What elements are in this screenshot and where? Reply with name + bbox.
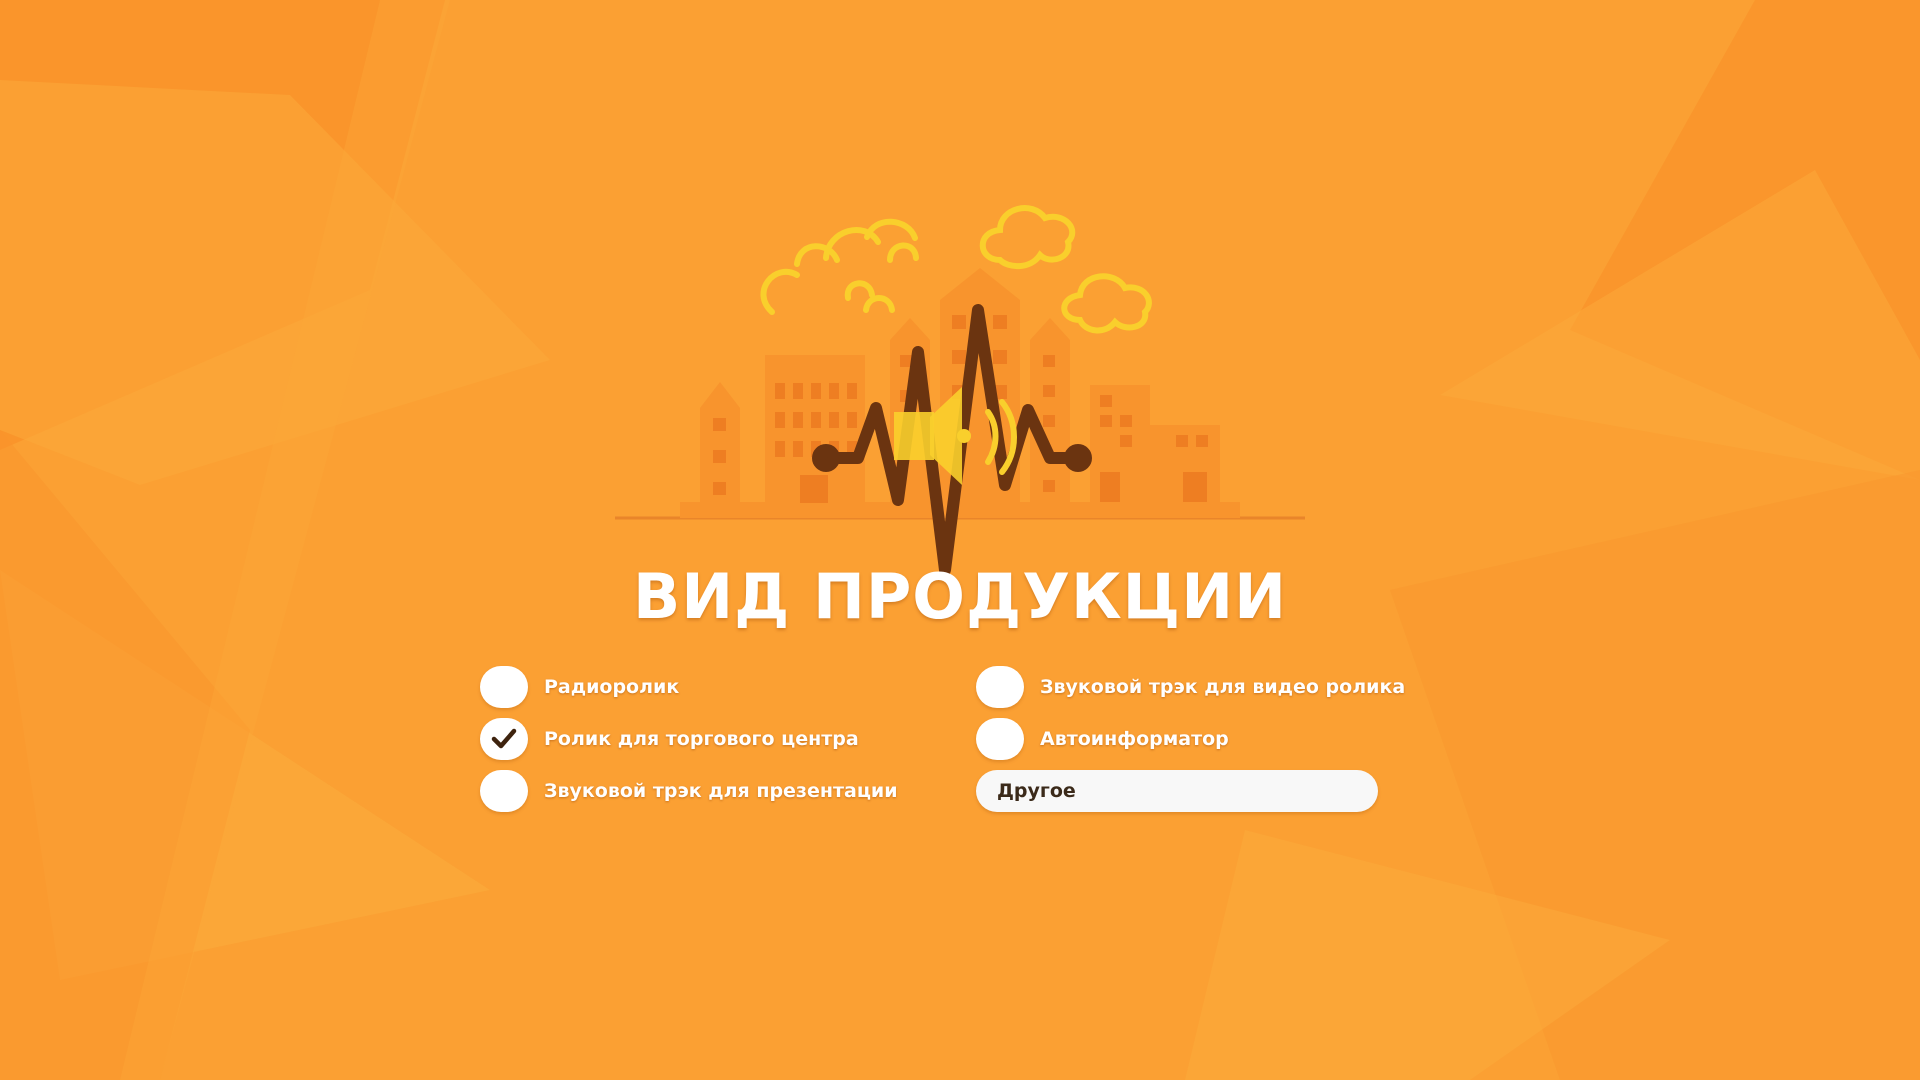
- checkbox[interactable]: [480, 718, 528, 760]
- option-label: Автоинформатор: [1040, 728, 1229, 750]
- checkbox[interactable]: [480, 666, 528, 708]
- option-mall-spot[interactable]: Ролик для торгового центра: [480, 718, 859, 760]
- option-radio-spot[interactable]: Радиоролик: [480, 666, 679, 708]
- other-input[interactable]: [976, 770, 1378, 812]
- option-video-track[interactable]: Звуковой трэк для видео ролика: [976, 666, 1405, 708]
- option-label: Звуковой трэк для презентации: [544, 780, 898, 802]
- checkbox[interactable]: [976, 666, 1024, 708]
- checkbox[interactable]: [480, 770, 528, 812]
- checkbox[interactable]: [976, 718, 1024, 760]
- option-label: Радиоролик: [544, 676, 680, 698]
- hero-illustration: [615, 205, 1305, 576]
- option-autoinformer[interactable]: Автоинформатор: [976, 718, 1229, 760]
- page-title: ВИД ПРОДУКЦИИ: [633, 560, 1287, 633]
- option-label: Звуковой трэк для видео ролика: [1040, 676, 1406, 698]
- checkmark-icon: [491, 728, 517, 749]
- option-presentation-track[interactable]: Звуковой трэк для презентации: [480, 770, 898, 812]
- option-label: Ролик для торгового центра: [544, 728, 859, 750]
